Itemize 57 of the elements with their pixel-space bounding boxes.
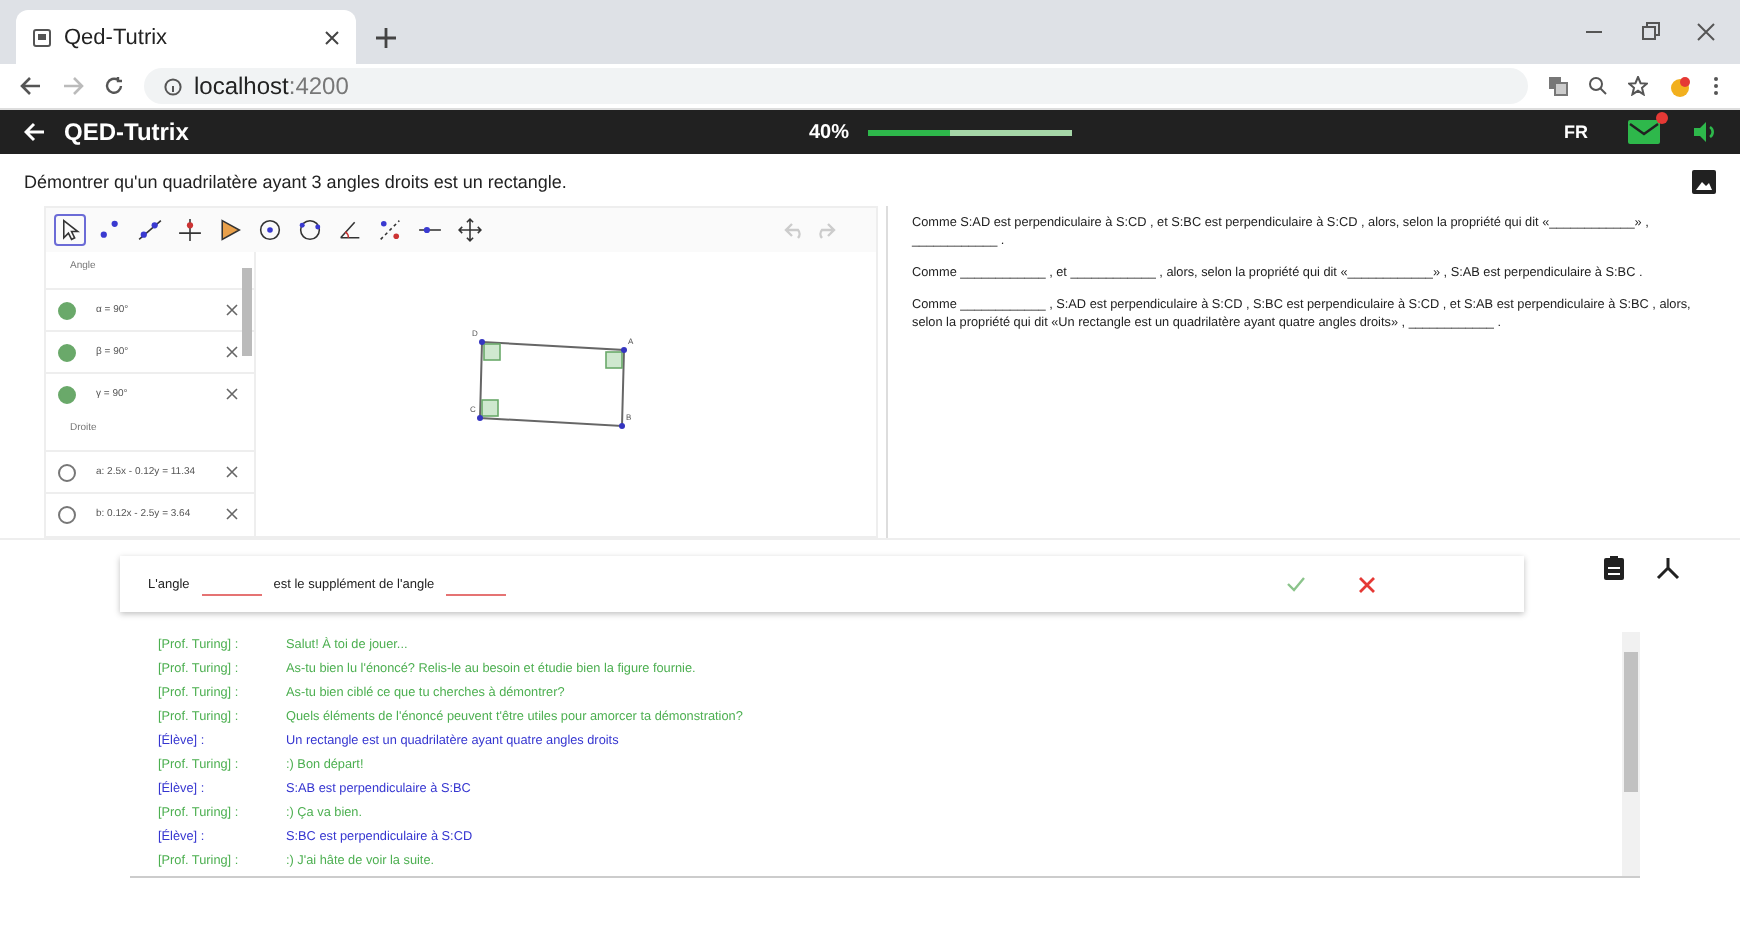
scrollbar[interactable] (242, 268, 252, 356)
extension-icon[interactable] (1668, 74, 1692, 98)
tool-icon (336, 216, 364, 244)
back-arrow-icon[interactable] (20, 76, 42, 96)
progress-percent: 40% (808, 121, 849, 143)
visibility-toggle[interactable] (58, 505, 76, 523)
menu-icon[interactable] (1712, 76, 1720, 96)
close-icon[interactable] (1358, 575, 1376, 593)
delete-icon[interactable] (226, 508, 238, 520)
page-icon (32, 27, 52, 47)
delete-icon[interactable] (226, 346, 238, 358)
tool-button[interactable] (294, 214, 326, 246)
tree-icon[interactable] (1656, 556, 1680, 580)
url-port: :4200 (288, 72, 349, 100)
tool-icon (96, 216, 124, 244)
address-field[interactable]: localhost:4200 (144, 68, 1528, 104)
tab-title: Qed-Tutrix (64, 25, 168, 49)
browser-tab[interactable]: Qed-Tutrix (16, 10, 356, 64)
translate-icon[interactable] (1548, 76, 1568, 96)
restore-icon[interactable] (1640, 22, 1660, 42)
close-icon[interactable] (1696, 22, 1716, 42)
delete-icon[interactable] (226, 466, 238, 478)
tool-icon (136, 216, 164, 244)
tool-button[interactable] (454, 214, 486, 246)
visibility-toggle[interactable] (58, 343, 76, 361)
tool-button[interactable] (174, 214, 206, 246)
tool-icon (456, 216, 484, 244)
delete-icon[interactable] (226, 388, 238, 400)
visibility-toggle[interactable] (58, 385, 76, 403)
language-label[interactable]: FR (1564, 122, 1588, 142)
image-icon[interactable] (1692, 170, 1716, 194)
reload-icon[interactable] (104, 76, 124, 96)
tool-icon (216, 216, 244, 244)
visibility-toggle[interactable] (58, 301, 76, 319)
tool-button[interactable] (54, 214, 86, 246)
delete-icon[interactable] (226, 304, 238, 316)
scrollbar[interactable] (1622, 632, 1640, 876)
tool-icon (256, 216, 284, 244)
visibility-toggle[interactable] (58, 463, 76, 481)
zoom-icon[interactable] (1588, 76, 1608, 96)
mail-icon[interactable] (1628, 120, 1660, 144)
clipboard-icon[interactable] (1604, 556, 1624, 580)
url-host: localhost (194, 72, 289, 100)
tool-button[interactable] (134, 214, 166, 246)
close-icon[interactable] (324, 29, 340, 45)
app-title: QED-Tutrix (64, 118, 189, 146)
tool-button[interactable] (254, 214, 286, 246)
star-icon[interactable] (1628, 76, 1648, 96)
info-icon (164, 77, 182, 95)
tool-button[interactable] (374, 214, 406, 246)
tool-icon (376, 216, 404, 244)
new-tab-icon[interactable] (376, 28, 396, 48)
speaker-icon[interactable] (1692, 120, 1716, 144)
tool-icon (296, 216, 324, 244)
check-icon[interactable] (1286, 576, 1306, 592)
problem-statement: Démontrer qu'un quadrilatère ayant 3 angles droits est un rectangle. (24, 172, 567, 192)
tool-icon (176, 216, 204, 244)
